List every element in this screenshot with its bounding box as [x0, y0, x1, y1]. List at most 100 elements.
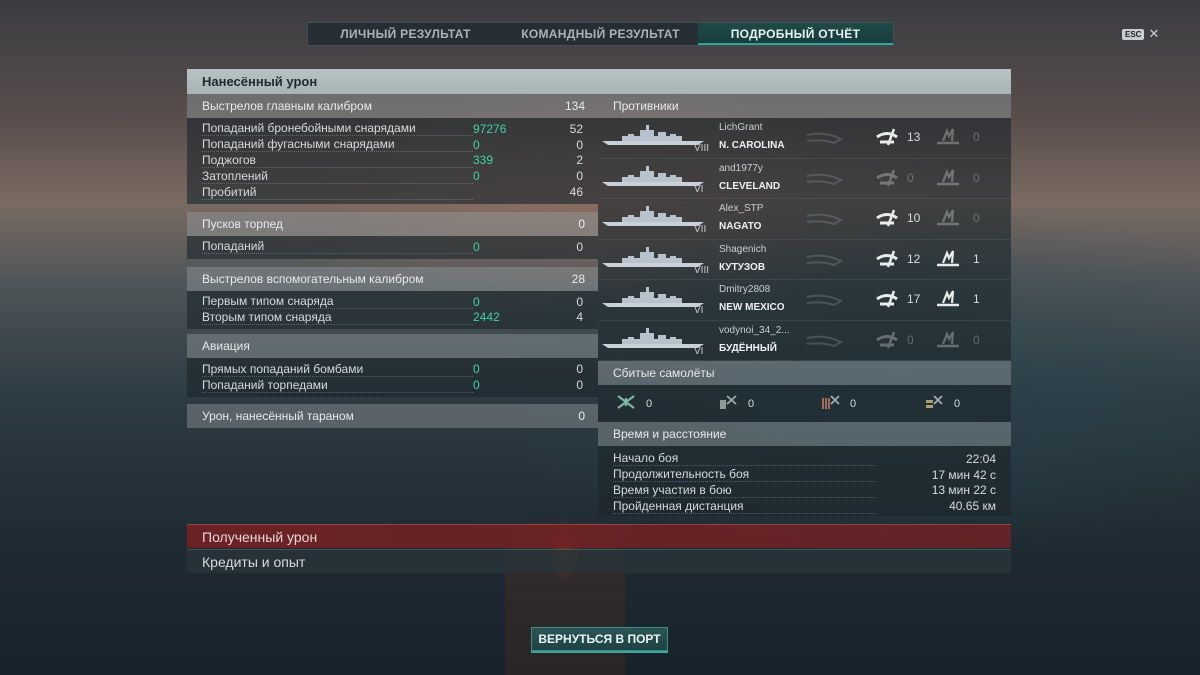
torpedo-hit-icon: [804, 330, 844, 350]
ship-tier: VI: [694, 305, 704, 316]
planes-title: Сбитые самолёты: [613, 366, 715, 380]
enemy-row[interactable]: VI Dmitry2808 NEW MEXICO 17 1: [598, 280, 1011, 321]
tab-team-result[interactable]: КОМАНДНЫЙ РЕЗУЛЬТАТ: [503, 23, 698, 45]
plane-count: 0: [646, 397, 653, 410]
ship-silhouette-icon: [600, 327, 708, 351]
enemy-row[interactable]: VI and1977y CLEVELAND 0 0: [598, 158, 1011, 199]
ship-tier: VIII: [694, 143, 710, 154]
ship-silhouette-icon: [600, 246, 708, 270]
planes-header: Сбитые самолёты: [598, 361, 1011, 385]
shell-hit-icon: [874, 168, 900, 188]
ship-name: CLEVELAND: [719, 180, 781, 192]
planes-body: 0 0 0 0: [598, 385, 1011, 422]
stat-damage: 339: [473, 153, 494, 168]
player-name: Shagenich: [719, 243, 767, 255]
ship-name: БУДЁННЫЙ: [719, 342, 777, 354]
stat-damage: 0: [473, 169, 480, 184]
enemy-row[interactable]: VII Alex_STP NAGATO 10 0: [598, 199, 1011, 240]
time-value: 13 мин 22 с: [931, 483, 996, 498]
fires-count: 0: [973, 130, 980, 144]
shell-hit-icon: [874, 330, 900, 350]
ship-silhouette-icon: [600, 165, 708, 189]
secondary-value: 28: [571, 271, 585, 286]
torpedo-hit-icon: [804, 208, 844, 228]
stat-value: 0: [576, 169, 583, 184]
fire-icon: [935, 127, 961, 147]
spotter-icon: [924, 394, 944, 413]
torpedo-hit-icon: [804, 127, 844, 147]
stat-row: Попаданий бронебойными снарядами 97276 52: [187, 121, 598, 137]
enemy-row[interactable]: VIII LichGrant N. CAROLINA 13 0: [598, 118, 1011, 159]
stat-row: Поджогов 339 2: [187, 153, 598, 169]
ship-tier: VIII: [694, 264, 710, 276]
time-body: Начало боя 22:04 Продолжительность боя 17 …: [598, 446, 1011, 517]
aviation-header: Авиация: [187, 334, 598, 359]
stat-row: Прямых попаданий бомбами 0 0: [187, 361, 598, 377]
stat-damage: 0: [473, 362, 480, 377]
stat-label: Попаданий фугасными снарядами: [202, 137, 473, 153]
ramming-value: 0: [578, 408, 585, 423]
plane-count: 0: [850, 397, 857, 410]
ship-silhouette-icon: [600, 124, 708, 148]
player-name: Dmitry2808: [719, 284, 771, 295]
player-name: and1977y: [719, 162, 763, 174]
stat-row: Затоплений 0 0: [187, 168, 598, 184]
shell-hit-icon: [874, 208, 900, 228]
received-damage-bar[interactable]: Полученный урон: [187, 524, 1011, 548]
stat-value: 2: [576, 153, 583, 168]
stat-damage: 0: [473, 378, 480, 393]
torpedo-hit-icon: [804, 249, 844, 269]
plane-stat: 0: [820, 394, 856, 413]
stat-value: 0: [576, 378, 583, 393]
time-value: 17 мин 42 с: [931, 467, 996, 482]
enemy-row[interactable]: VI vodynoi_34_2... БУДЁННЫЙ 0 0: [598, 320, 1011, 361]
return-to-port-button[interactable]: ВЕРНУТЬСЯ В ПОРТ: [531, 627, 668, 651]
stat-label: Прямых попаданий бомбами: [202, 362, 473, 377]
enemies-header: Противники: [598, 94, 1011, 118]
stat-row: Попаданий торпедами 0 0: [187, 377, 598, 393]
stat-label: Первым типом снаряда: [202, 294, 473, 310]
time-value: 40.65 км: [949, 499, 996, 514]
fire-icon: [935, 208, 961, 228]
enemies-title: Противники: [613, 99, 679, 113]
torpedo-bomber-icon: [718, 394, 738, 413]
shell-hit-icon: [874, 249, 900, 269]
time-title: Время и расстояние: [613, 427, 727, 441]
ship-name: NAGATO: [719, 221, 762, 232]
stat-label: Попаданий: [202, 239, 473, 255]
tab-personal-result[interactable]: ЛИЧНЫЙ РЕЗУЛЬТАТ: [308, 23, 503, 45]
stat-value: 0: [576, 239, 583, 254]
aviation-body: Прямых попаданий бомбами 0 0 Попаданий тор…: [187, 358, 598, 397]
tab-detailed-report[interactable]: ПОДРОБНЫЙ ОТЧЁТ: [698, 23, 893, 45]
time-header: Время и расстояние: [598, 422, 1011, 446]
secondary-header: Выстрелов вспомогательным калибром 28: [187, 266, 598, 291]
stat-label: Пробитий: [202, 185, 473, 200]
stat-value: 0: [576, 137, 583, 152]
torpedo-hit-icon: [804, 168, 844, 188]
fires-count: 1: [973, 251, 980, 266]
ship-name: NEW MEXICO: [719, 302, 785, 313]
stat-damage: 2442: [473, 310, 500, 325]
main-battery-header: Выстрелов главным калибром 134: [187, 94, 598, 118]
torpedoes-header: Пусков торпед 0: [187, 211, 598, 236]
plane-stat: 0: [924, 394, 960, 413]
stat-label: Затоплений: [202, 169, 473, 184]
credits-xp-bar[interactable]: Кредиты и опыт: [187, 549, 1011, 573]
fires-count: 1: [973, 292, 980, 306]
stat-value: 0: [576, 294, 583, 309]
torpedoes-body: Попаданий 0 0: [187, 235, 598, 259]
hits-count: 0: [907, 170, 914, 185]
ramming-title: Урон, нанесённый тараном: [202, 408, 354, 423]
main-battery-title: Выстрелов главным калибром: [202, 99, 372, 113]
panel-title[interactable]: Нанесённый урон: [187, 69, 1011, 94]
enemy-row[interactable]: VIII Shagenich КУТУЗОВ 12 1: [598, 239, 1011, 280]
fire-icon: [935, 330, 961, 350]
shell-hit-icon: [874, 127, 900, 147]
hits-count: 0: [907, 332, 914, 347]
close-button[interactable]: ESC ✕: [1122, 26, 1159, 42]
time-row: Продолжительность боя 17 мин 42 с: [598, 467, 1011, 483]
torpedoes-title: Пусков торпед: [202, 216, 283, 231]
player-name: Alex_STP: [719, 203, 764, 214]
stat-row: Попаданий 0 0: [187, 239, 598, 255]
secondary-title: Выстрелов вспомогательным калибром: [202, 271, 424, 286]
